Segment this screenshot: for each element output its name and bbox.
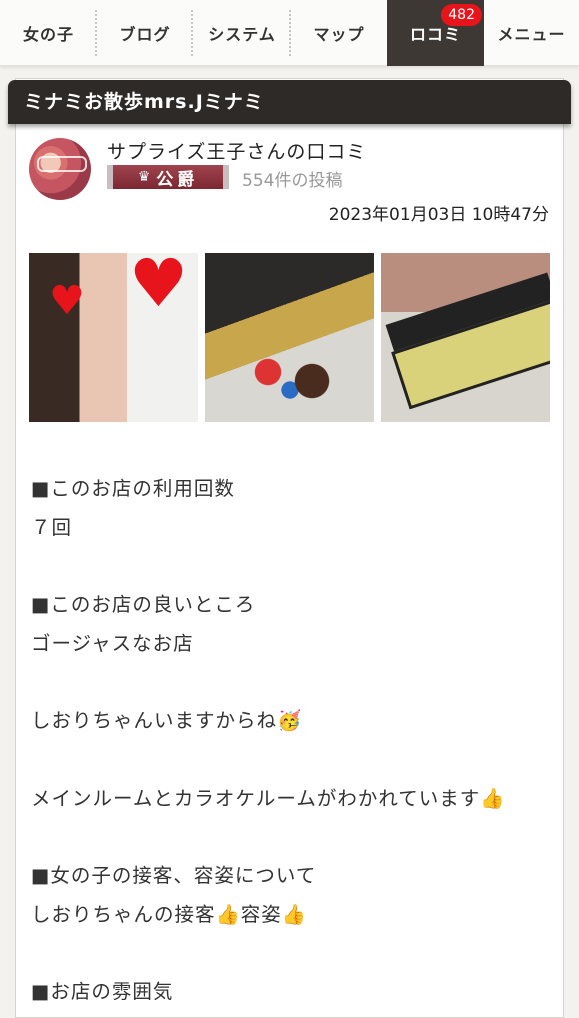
body-line xyxy=(31,818,551,857)
review-photo-2[interactable] xyxy=(205,253,374,422)
body-line: しおりちゃんいますからね🥳 xyxy=(31,702,551,741)
body-line: ■女の子の接客、容姿について xyxy=(31,863,317,887)
crown-icon: ♛ xyxy=(137,169,151,185)
body-line: ７回 xyxy=(31,515,73,539)
body-line xyxy=(31,547,551,586)
body-text: 容姿 xyxy=(240,902,282,926)
review-body: ■このお店の利用回数 ７回 ■このお店の良いところ ゴージャスなお店 しおりちゃ… xyxy=(31,470,551,1012)
body-text: しおりちゃんの接客 xyxy=(31,902,216,926)
body-line xyxy=(31,663,551,702)
candy-image xyxy=(235,348,345,408)
body-line xyxy=(31,934,551,973)
body-text: メインルームとカラオケルームがわかれています xyxy=(31,786,481,810)
nav-item-label: 女の子 xyxy=(22,25,74,44)
body-line: ■このお店の良いところ xyxy=(31,593,256,617)
body-line: ゴージャスなお店 xyxy=(31,631,194,655)
body-line: しおりちゃんの接客👍容姿👍 xyxy=(31,896,551,935)
review-photo-3[interactable] xyxy=(381,253,550,422)
nav-item-label: メニュー xyxy=(497,25,566,44)
reviewer-avatar[interactable] xyxy=(29,138,91,200)
body-line: ■このお店の利用回数 xyxy=(31,477,235,500)
rank-badge: ♛ 公爵 xyxy=(107,165,229,190)
thumbs-up-icon: 👍 xyxy=(480,786,506,810)
nav-item-label: システム xyxy=(208,25,276,44)
review-date: 2023年01月03日 10時47分 xyxy=(328,205,549,225)
body-line: メインルームとカラオケルームがわかれています👍 xyxy=(31,780,551,819)
nav-item-blog[interactable]: ブログ xyxy=(97,0,193,66)
thumbs-up-icon: 👍 xyxy=(281,902,308,926)
nav-item-map[interactable]: マップ xyxy=(291,0,387,66)
body-line: ■お店の雰囲気 xyxy=(31,979,174,1003)
nav-item-girls[interactable]: 女の子 xyxy=(0,0,97,66)
heart-icon: ♥ xyxy=(128,253,188,322)
post-count: 554件の投稿 xyxy=(242,171,343,191)
shop-title: ミナミお散歩mrs.Jミナミ xyxy=(24,91,264,113)
nav-item-label: マップ xyxy=(313,25,365,44)
heart-icon: ♥ xyxy=(49,278,85,324)
thumbs-up-icon: 👍 xyxy=(215,902,241,926)
review-count-badge: 482 xyxy=(441,4,482,26)
top-nav: 女の子 ブログ システム マップ ロコミ 482 メニュー xyxy=(0,0,579,66)
body-line xyxy=(31,741,551,780)
nav-item-label: ブログ xyxy=(119,25,171,44)
nav-item-reviews[interactable]: ロコミ 482 xyxy=(387,0,484,66)
nav-item-system[interactable]: システム xyxy=(193,0,291,66)
party-face-icon: 🥳 xyxy=(277,709,303,733)
nav-item-menu[interactable]: メニュー xyxy=(484,0,579,66)
rank-label: 公爵 xyxy=(156,169,199,190)
review-photo-1[interactable]: ♥ ♥ xyxy=(29,253,198,422)
reviewer-name[interactable]: サプライズ王子さんの口コミ xyxy=(107,137,366,164)
body-text: しおりちゃんいますからね xyxy=(31,709,278,733)
shop-title-bar: ミナミお散歩mrs.Jミナミ xyxy=(8,80,571,124)
